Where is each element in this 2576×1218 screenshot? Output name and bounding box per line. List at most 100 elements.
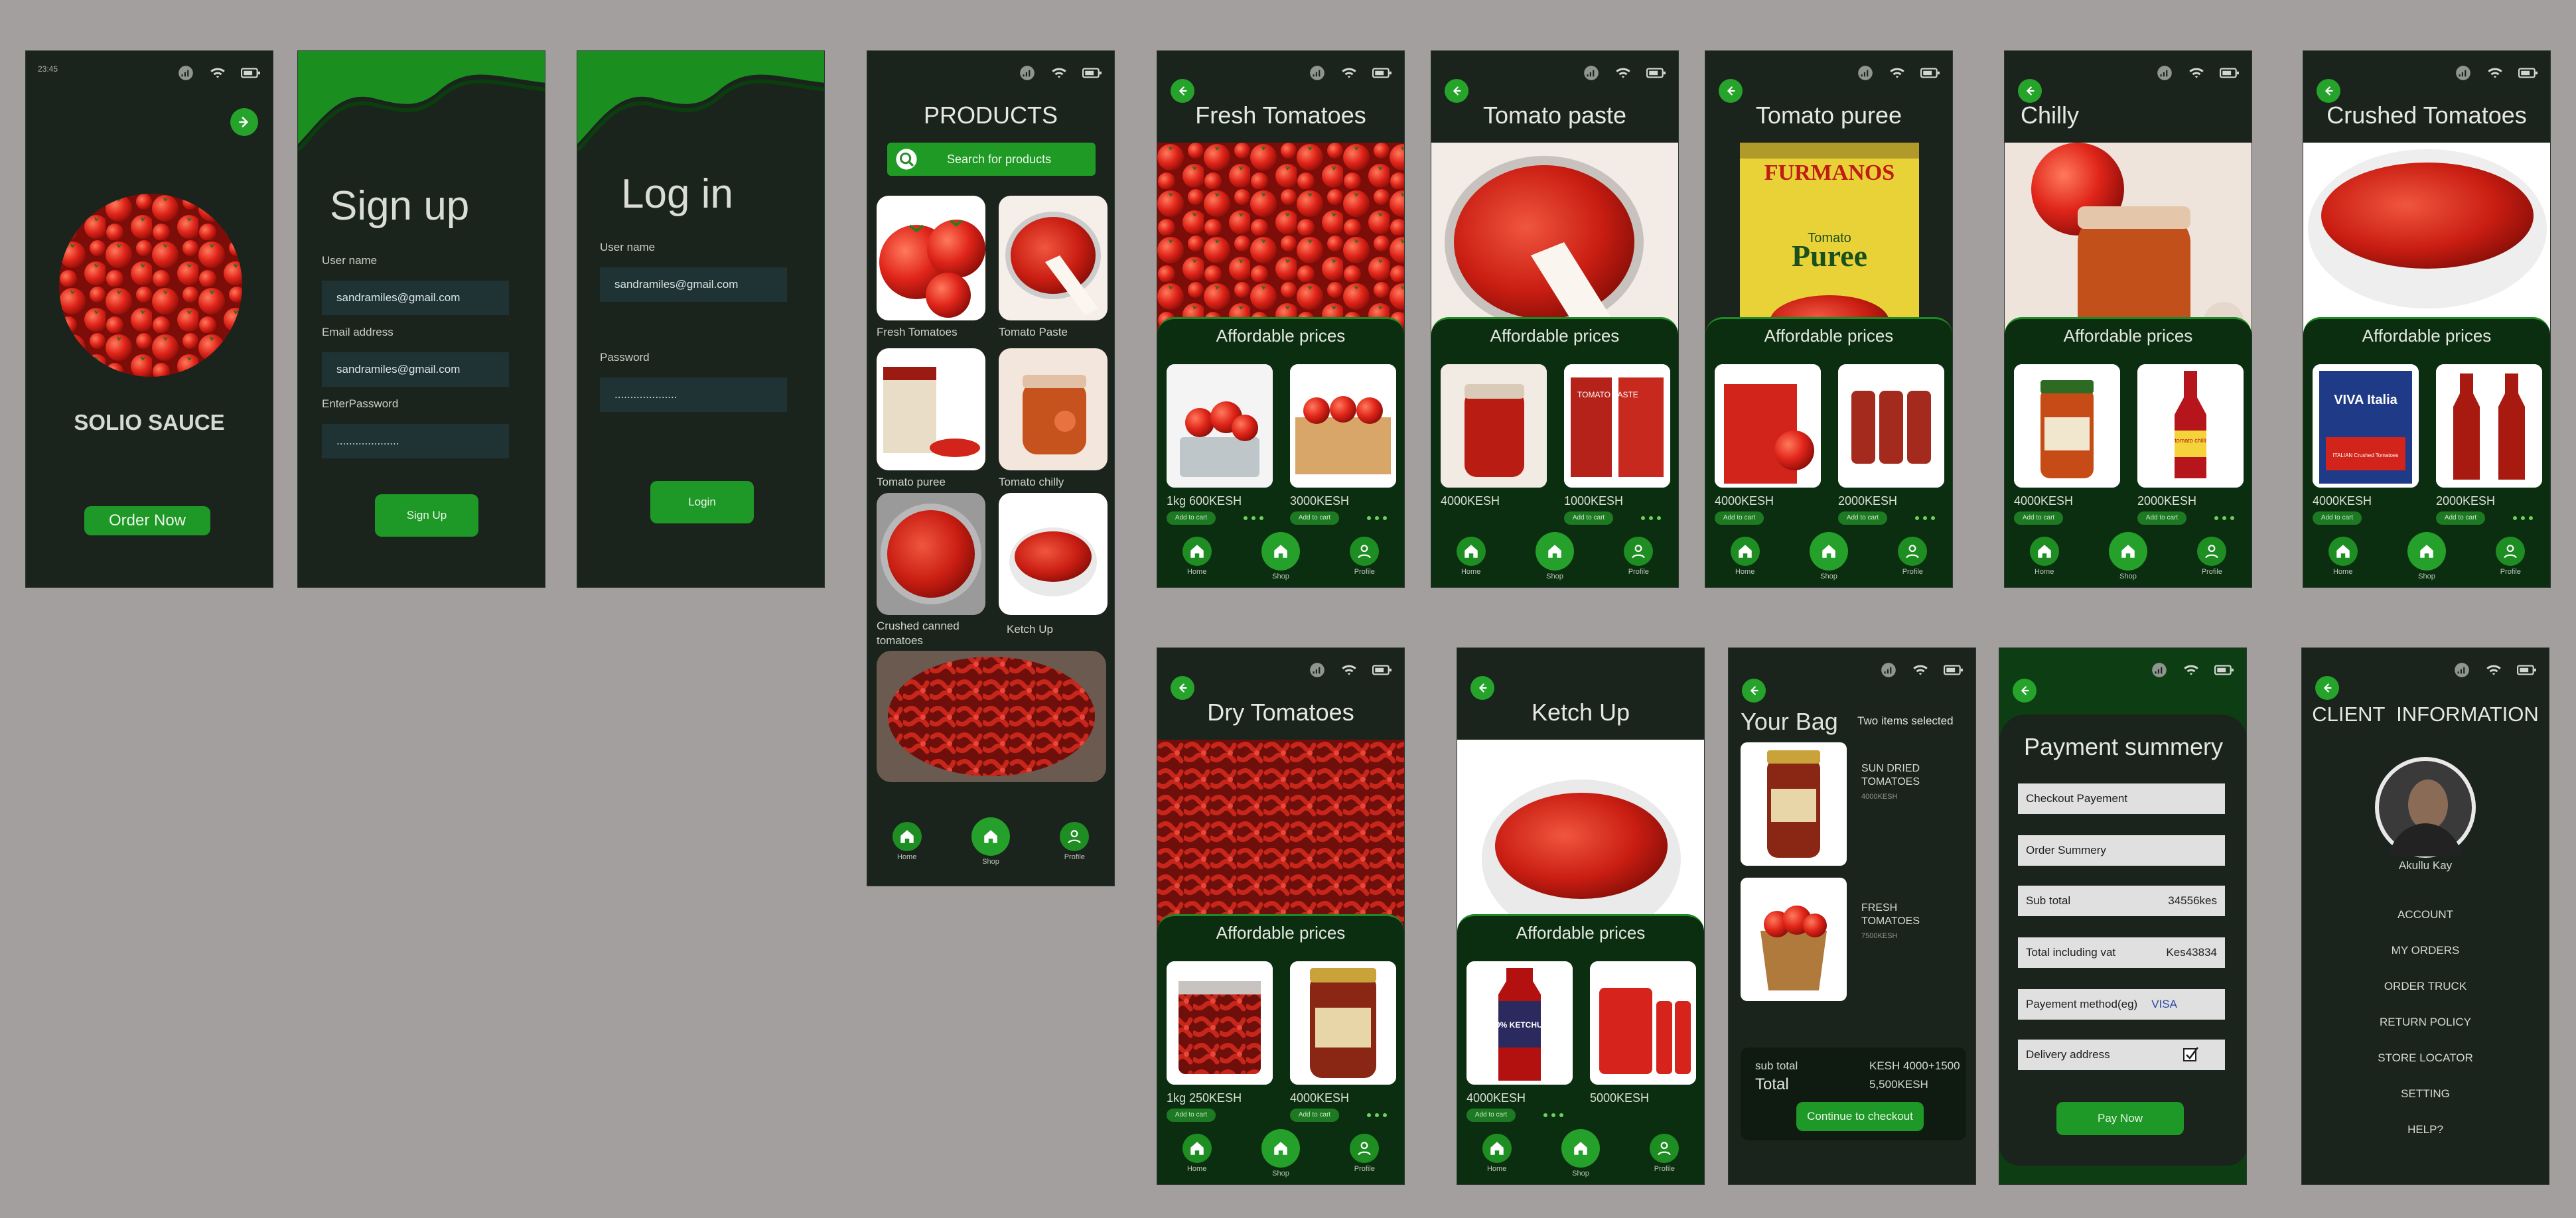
product-card-1[interactable] xyxy=(1167,364,1273,488)
nav-profile[interactable]: Profile xyxy=(1650,1134,1680,1173)
nav-home[interactable]: Home xyxy=(2029,537,2059,576)
back-button[interactable] xyxy=(1445,79,1468,103)
menu-order-truck[interactable]: ORDER TRUCK xyxy=(2302,980,2549,993)
add-to-cart-button[interactable]: Add to cart xyxy=(1715,511,1764,525)
nav-profile[interactable]: Profile xyxy=(1350,1134,1380,1173)
nav-home[interactable]: Home xyxy=(892,822,922,861)
nav-shop[interactable]: Shop xyxy=(1561,1129,1600,1178)
product-card-2[interactable] xyxy=(1838,364,1944,488)
checkout-button[interactable]: Continue to checkout xyxy=(1796,1102,1924,1131)
nav-shop[interactable]: Shop xyxy=(971,817,1010,866)
back-button[interactable] xyxy=(1742,679,1766,703)
product-ketchup-image[interactable] xyxy=(999,493,1108,615)
search-bar[interactable]: Search for products xyxy=(887,143,1096,176)
product-card-1[interactable]: VIVA Italia ITALIAN Crushed Tomatoes xyxy=(2313,364,2419,488)
product-card-1[interactable] xyxy=(1441,364,1547,488)
back-button[interactable] xyxy=(2013,679,2037,703)
product-card-1[interactable]: 50% KETCHUP xyxy=(1467,961,1573,1085)
nav-shop[interactable]: Shop xyxy=(1261,532,1300,580)
panel-title: Affordable prices xyxy=(2063,326,2193,346)
nav-home[interactable]: Home xyxy=(1456,537,1486,576)
add-to-cart-button[interactable]: Add to cart xyxy=(1290,1109,1339,1122)
password-field[interactable]: .................... xyxy=(600,377,787,412)
back-button[interactable] xyxy=(2315,676,2339,700)
nav-shop[interactable]: Shop xyxy=(2108,532,2147,580)
add-to-cart-button[interactable]: Add to cart xyxy=(2014,511,2063,525)
product-card-2[interactable]: tomato chilli xyxy=(2137,364,2244,488)
bag-item-image[interactable] xyxy=(1741,878,1847,1001)
menu-help[interactable]: HELP? xyxy=(2302,1123,2549,1136)
next-button[interactable] xyxy=(230,108,258,136)
username-field[interactable]: sandramiles@gmail.com xyxy=(322,281,509,315)
add-to-cart-button[interactable]: Add to cart xyxy=(1290,511,1339,525)
menu-setting[interactable]: SETTING xyxy=(2302,1087,2549,1101)
product-card-1[interactable] xyxy=(1167,961,1273,1085)
bag-item-image[interactable] xyxy=(1741,742,1847,866)
add-to-cart-button[interactable]: Add to cart xyxy=(1167,1109,1216,1122)
product-card-2[interactable] xyxy=(1290,364,1396,488)
product-card-2[interactable]: TOMATO PASTE xyxy=(1564,364,1670,488)
nav-home[interactable]: Home xyxy=(1182,1134,1212,1173)
summary-row[interactable]: Checkout Payement xyxy=(2018,783,2225,814)
product-card-1[interactable] xyxy=(1715,364,1821,488)
nav-home[interactable]: Home xyxy=(1182,537,1212,576)
add-to-cart-button[interactable]: Add to cart xyxy=(1467,1109,1516,1122)
summary-row[interactable]: Payement method(eg) VISA xyxy=(2018,989,2225,1020)
nav-profile[interactable]: Profile xyxy=(2197,537,2227,576)
nav-shop[interactable]: Shop xyxy=(1809,532,1848,580)
product-card-2[interactable] xyxy=(1290,961,1396,1085)
search-input[interactable]: Search for products xyxy=(947,153,1051,167)
product-tomato-paste-image[interactable] xyxy=(999,196,1108,320)
nav-home[interactable]: Home xyxy=(1482,1134,1512,1173)
product-card-2[interactable] xyxy=(2436,364,2542,488)
nav-profile[interactable]: Profile xyxy=(1060,822,1090,861)
product-fresh-tomatoes-image[interactable] xyxy=(877,196,985,320)
checkbox-checked-icon[interactable] xyxy=(2182,1046,2200,1063)
summary-row[interactable]: Delivery address xyxy=(2018,1040,2225,1070)
avatar[interactable] xyxy=(2375,757,2476,858)
product-dry-tomatoes-image[interactable] xyxy=(877,651,1106,782)
add-to-cart-button[interactable]: Add to cart xyxy=(1564,511,1613,525)
username-field[interactable]: sandramiles@gmail.com xyxy=(600,267,787,302)
add-to-cart-button[interactable]: Add to cart xyxy=(2313,511,2362,525)
add-to-cart-button[interactable]: Add to cart xyxy=(2137,511,2186,525)
product-card-2[interactable] xyxy=(1590,961,1696,1085)
product-tomato-puree-image[interactable] xyxy=(877,348,985,470)
nav-profile[interactable]: Profile xyxy=(1624,537,1654,576)
menu-return-policy[interactable]: RETURN POLICY xyxy=(2302,1016,2549,1029)
status-bar xyxy=(2453,661,2537,679)
add-to-cart-button[interactable]: Add to cart xyxy=(1167,511,1216,525)
nav-profile[interactable]: Profile xyxy=(1350,537,1380,576)
add-to-cart-button[interactable]: Add to cart xyxy=(2436,511,2485,525)
back-button[interactable] xyxy=(1171,676,1194,700)
nav-label: Shop xyxy=(1272,1170,1289,1178)
email-field[interactable]: sandramiles@gmail.com xyxy=(322,352,509,387)
detail-screen-fresh-tomatoes: Fresh Tomatoes Affordable prices 1kg 600… xyxy=(1157,50,1405,588)
product-tomato-chilly-image[interactable] xyxy=(999,348,1108,470)
menu-my-orders[interactable]: MY ORDERS xyxy=(2302,944,2549,957)
nav-shop[interactable]: Shop xyxy=(2407,532,2446,580)
back-button[interactable] xyxy=(1470,676,1494,700)
summary-row[interactable]: Order Summery xyxy=(2018,835,2225,866)
nav-home[interactable]: Home xyxy=(2328,537,2358,576)
signup-button[interactable]: Sign Up xyxy=(375,494,478,537)
nav-profile[interactable]: Profile xyxy=(2496,537,2526,576)
back-button[interactable] xyxy=(2317,79,2340,103)
login-button[interactable]: Login xyxy=(650,481,754,523)
menu-account[interactable]: ACCOUNT xyxy=(2302,908,2549,921)
nav-home[interactable]: Home xyxy=(1730,537,1760,576)
back-button[interactable] xyxy=(1719,79,1743,103)
pay-now-button[interactable]: Pay Now xyxy=(2056,1102,2184,1135)
nav-profile[interactable]: Profile xyxy=(1898,537,1928,576)
back-button[interactable] xyxy=(2018,79,2042,103)
password-field[interactable]: .................... xyxy=(322,424,509,458)
bottle-label: 50% KETCHUP xyxy=(1491,1020,1547,1030)
nav-shop[interactable]: Shop xyxy=(1535,532,1574,580)
back-button[interactable] xyxy=(1171,79,1194,103)
product-crushed-tomatoes-image[interactable] xyxy=(877,493,985,615)
menu-store-locator[interactable]: STORE LOCATOR xyxy=(2302,1051,2549,1065)
add-to-cart-button[interactable]: Add to cart xyxy=(1838,511,1887,525)
product-card-1[interactable] xyxy=(2014,364,2120,488)
nav-shop[interactable]: Shop xyxy=(1261,1129,1300,1178)
order-now-button[interactable]: Order Now xyxy=(84,506,210,535)
